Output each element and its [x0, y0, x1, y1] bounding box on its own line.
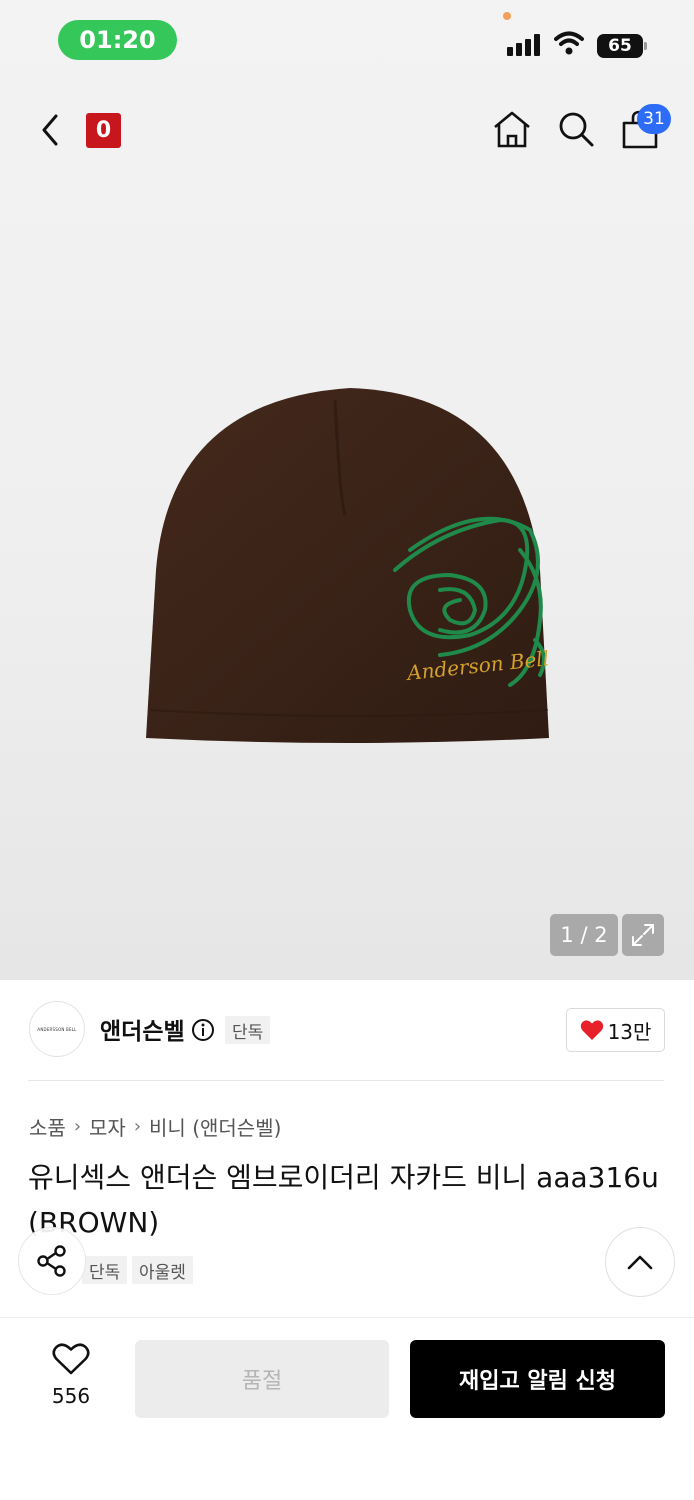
- scroll-top-button[interactable]: [605, 1227, 675, 1297]
- signal-icon: [507, 34, 540, 56]
- cart-count-badge: 31: [637, 104, 671, 134]
- chevron-right-icon: ›: [73, 1116, 82, 1137]
- chevron-up-icon: [627, 1255, 653, 1270]
- breadcrumb: 소품 › 모자 › 비니 (앤더슨벨): [29, 1112, 281, 1141]
- restock-alert-button[interactable]: 재입고 알림 신청: [410, 1340, 665, 1418]
- product-tag-exclusive: 단독: [82, 1256, 128, 1284]
- heart-outline-icon: [52, 1343, 90, 1375]
- info-icon[interactable]: [191, 1018, 215, 1042]
- breadcrumb-item[interactable]: 모자: [89, 1112, 126, 1141]
- store-logo[interactable]: 0: [86, 113, 121, 148]
- back-icon[interactable]: [36, 110, 66, 150]
- share-button[interactable]: [18, 1227, 86, 1295]
- share-icon: [37, 1245, 66, 1277]
- image-counter: 1 / 2: [550, 914, 618, 956]
- brand-name[interactable]: 앤더슨벨: [100, 1012, 185, 1046]
- expand-icon[interactable]: [622, 914, 664, 956]
- divider: [28, 1080, 664, 1081]
- product-image[interactable]: Anderson Bell: [140, 380, 560, 750]
- breadcrumb-item[interactable]: 비니 (앤더슨벨): [149, 1112, 281, 1141]
- status-time: 01:20: [58, 20, 177, 60]
- product-title: 유니섹스 앤더슨 엠브로이더리 자카드 비니 aaa316u(BROWN): [28, 1161, 659, 1239]
- product-tag-outlet: 아울렛: [132, 1256, 193, 1284]
- camera-indicator: [503, 12, 511, 20]
- brand-logo[interactable]: ANDERSSON BELL: [29, 1001, 85, 1057]
- heart-filled-icon: [580, 1020, 603, 1040]
- search-icon[interactable]: [555, 108, 597, 150]
- breadcrumb-item[interactable]: 소품: [29, 1112, 66, 1141]
- exclusive-tag: 단독: [225, 1016, 271, 1044]
- wishlist-button[interactable]: 556: [42, 1342, 100, 1408]
- home-icon[interactable]: [491, 108, 533, 150]
- battery-icon: 65: [597, 34, 643, 58]
- brand-like-count: 13만: [607, 1019, 652, 1044]
- wifi-icon: [554, 31, 584, 55]
- brand-like-button[interactable]: 13만: [566, 1008, 665, 1052]
- soldout-button: 품절: [135, 1340, 389, 1418]
- battery-tip: [644, 42, 647, 50]
- wishlist-count: 556: [51, 1384, 91, 1408]
- chevron-right-icon: ›: [133, 1116, 142, 1137]
